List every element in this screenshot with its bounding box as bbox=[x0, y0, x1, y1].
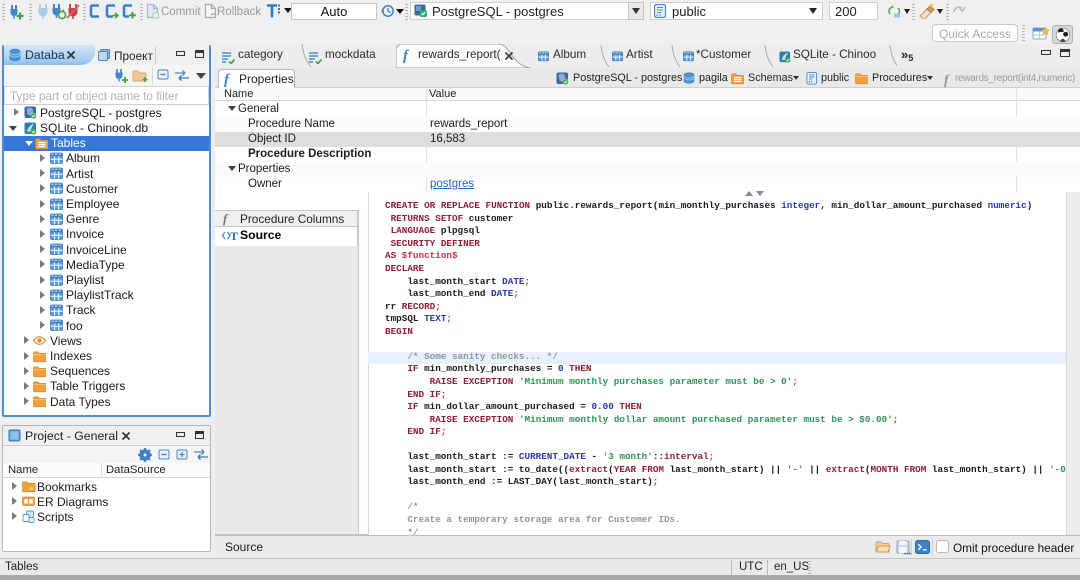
svg-text:f: f bbox=[224, 72, 231, 87]
svg-text:f: f bbox=[223, 211, 229, 226]
svg-text:f: f bbox=[944, 73, 950, 87]
svg-text:T: T bbox=[230, 229, 238, 243]
svg-text:f: f bbox=[403, 48, 410, 63]
